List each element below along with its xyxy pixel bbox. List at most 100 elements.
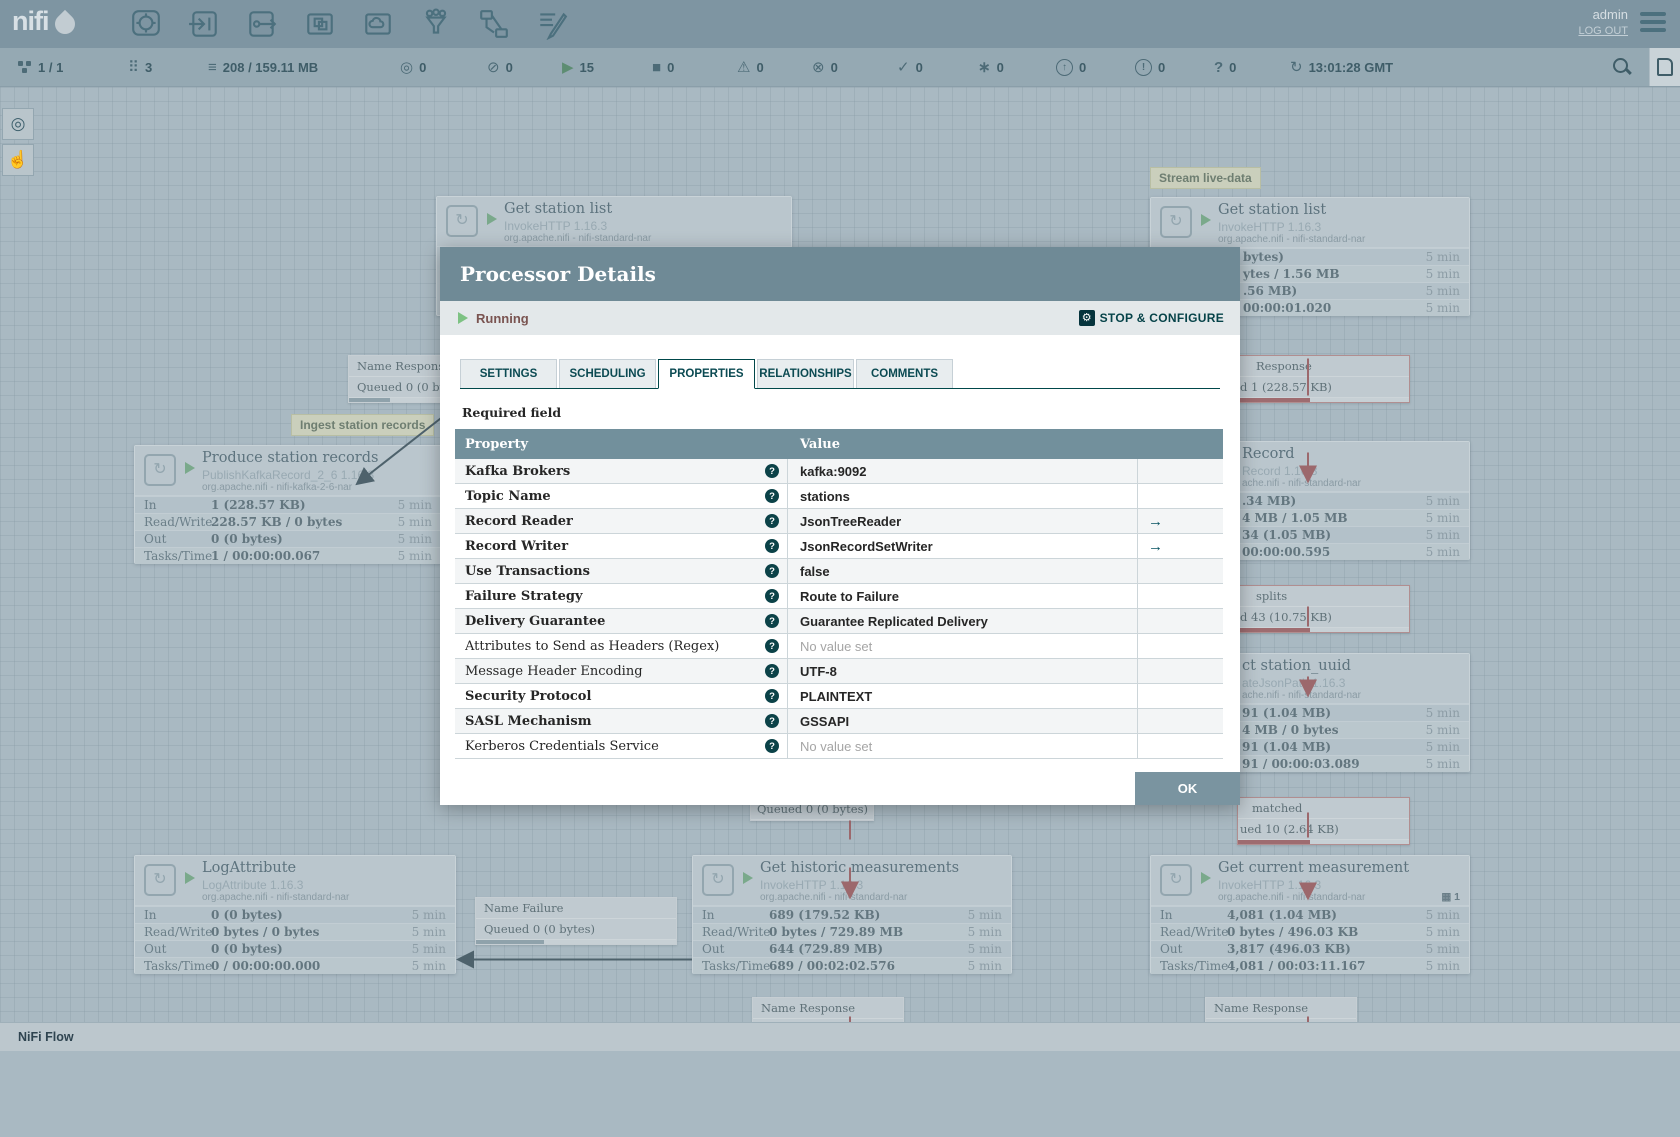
table-row: Delivery Guarantee? Guarantee Replicated…: [455, 609, 1223, 634]
go-to-service-icon[interactable]: →: [1138, 513, 1163, 530]
processor-type: InvokeHTTP 1.16.3: [1218, 878, 1322, 892]
stale-icon: ↑: [1056, 58, 1073, 76]
processor-name: Get current measurement: [1218, 860, 1410, 876]
processor-name: ct station_uuid: [1242, 658, 1351, 674]
property-value: Guarantee Replicated Delivery: [800, 613, 988, 629]
stat-row: 4 MB / 0 bytes 5 min: [1238, 721, 1469, 738]
tab-comments[interactable]: COMMENTS: [856, 359, 953, 388]
funnel-toolbar-icon[interactable]: [420, 8, 452, 40]
label-toolbar-icon[interactable]: [536, 8, 568, 41]
running-indicator-icon: [1201, 214, 1211, 226]
running-indicator-icon: [185, 462, 195, 474]
property-value: Route to Failure: [800, 588, 899, 604]
processor-icon: ↻: [144, 454, 176, 486]
birdseye-button[interactable]: ◎: [2, 108, 34, 140]
connection-response-right[interactable]: Response d 1 (228.57 KB): [1237, 355, 1410, 403]
threads-icon: ⠿: [128, 58, 139, 76]
process-group-toolbar-icon[interactable]: [304, 8, 336, 40]
go-to-service-icon[interactable]: →: [1138, 538, 1163, 555]
processor-station-uuid-partial[interactable]: ct station_uuid ateJsonPath 1.16.3 ache.…: [1237, 653, 1470, 772]
processor-get-historic-measurements[interactable]: ↻ Get historic measurements InvokeHTTP 1…: [692, 855, 1012, 974]
running-indicator-icon: [487, 213, 497, 225]
help-icon[interactable]: ?: [765, 714, 779, 728]
stat-row: Out 0 (0 bytes) 5 min: [135, 530, 441, 547]
connection-failure[interactable]: Name Failure Queued 0 (0 bytes): [475, 897, 677, 945]
processor-produce-station-records[interactable]: ↻ Produce station records PublishKafkaRe…: [134, 445, 442, 564]
stopped-icon: ■: [652, 58, 662, 76]
global-menu-icon[interactable]: [1640, 12, 1666, 36]
input-port-toolbar-icon[interactable]: [188, 8, 220, 40]
label-ingest-station-records[interactable]: Ingest station records: [291, 414, 435, 436]
connection-splits[interactable]: splits d 43 (10.75 KB): [1237, 585, 1410, 633]
breadcrumb[interactable]: NiFi Flow: [18, 1030, 74, 1044]
tab-settings[interactable]: SETTINGS: [460, 359, 557, 388]
help-icon[interactable]: ?: [765, 514, 779, 528]
processor-type: InvokeHTTP 1.16.3: [504, 219, 608, 233]
help-icon[interactable]: ?: [765, 489, 779, 503]
help-icon[interactable]: ?: [765, 639, 779, 653]
summary-button[interactable]: [1649, 48, 1680, 86]
connection-matched[interactable]: matched ued 10 (2.64 KB): [1237, 797, 1410, 845]
stat-row: 00:00:00.595 5 min: [1238, 543, 1469, 560]
label-stream-live-data[interactable]: Stream live-data: [1150, 167, 1261, 189]
tab-properties[interactable]: PROPERTIES: [658, 359, 755, 389]
processor-bundle: org.apache.nifi - nifi-standard-nar: [1218, 234, 1366, 245]
help-icon[interactable]: ?: [765, 614, 779, 628]
remote-process-group-toolbar-icon[interactable]: [362, 8, 394, 40]
help-icon[interactable]: ?: [765, 664, 779, 678]
properties-table: Property Value Kafka Brokers? kafka:9092…: [455, 429, 1223, 759]
template-toolbar-icon[interactable]: [478, 8, 510, 40]
last-refresh[interactable]: ↻ 13:01:28 GMT: [1290, 48, 1393, 86]
help-icon[interactable]: ?: [765, 564, 779, 578]
table-row: Security Protocol? PLAINTEXT: [455, 684, 1223, 709]
processor-icon: ↻: [144, 864, 176, 896]
processor-get-current-measurement[interactable]: ↻ Get current measurement InvokeHTTP 1.1…: [1150, 855, 1470, 974]
connection-name: Name Response: [1206, 998, 1356, 1019]
required-field-note: Required field: [462, 405, 562, 420]
connection-name: Name Response: [753, 998, 903, 1019]
cluster-icon: [18, 60, 32, 74]
status-bar: 1 / 1 ⠿ 3 ≡ 208 / 159.11 MB ◎ 0 ⊘ 0 ▶ 15 ■ 0 ⚠…: [0, 48, 1680, 87]
help-icon[interactable]: ?: [765, 464, 779, 478]
stop-and-configure-button[interactable]: ⚙ STOP & CONFIGURE: [1078, 310, 1224, 326]
processor-icon: ↻: [702, 864, 734, 896]
locally-modified-stale-icon: !: [1135, 58, 1152, 76]
processor-type: LogAttribute 1.16.3: [202, 878, 304, 892]
search-icon[interactable]: [1612, 57, 1632, 77]
gear-icon: ⚙: [1078, 310, 1095, 326]
processor-type: Record 1.16.3: [1242, 464, 1318, 478]
refresh-icon[interactable]: ↻: [1290, 60, 1303, 75]
run-state-text: Running: [476, 310, 529, 326]
processor-bundle: org.apache.nifi - nifi-standard-nar: [1218, 892, 1366, 903]
help-icon[interactable]: ?: [765, 739, 779, 753]
tab-relationships[interactable]: RELATIONSHIPS: [757, 359, 854, 388]
processor-type: InvokeHTTP 1.16.3: [760, 878, 864, 892]
property-value: No value set: [800, 738, 873, 754]
stat-row: Read/Write 0 bytes / 729.89 MB 5 min: [693, 923, 1011, 940]
processor-log-attribute[interactable]: ↻ LogAttribute LogAttribute 1.16.3 org.a…: [134, 855, 456, 974]
help-icon[interactable]: ?: [765, 689, 779, 703]
processor-name: Get historic measurements: [760, 860, 960, 876]
table-row: Kafka Brokers? kafka:9092: [455, 459, 1223, 484]
logout-link[interactable]: LOG OUT: [1578, 25, 1628, 37]
output-port-toolbar-icon[interactable]: [246, 8, 278, 40]
processor-record-partial[interactable]: Record Record 1.16.3 ache.nifi - nifi-st…: [1237, 441, 1470, 560]
nifi-drop-icon: [50, 9, 79, 38]
cluster-node-badge: ▦ 1: [1441, 891, 1460, 903]
processor-name: LogAttribute: [202, 860, 297, 876]
connection-name: matched: [1238, 798, 1409, 819]
tab-scheduling[interactable]: SCHEDULING: [559, 359, 656, 388]
ok-button[interactable]: OK: [1135, 772, 1240, 805]
pan-hand-button[interactable]: ☝: [2, 144, 34, 176]
connection-name: Name Failure: [476, 898, 676, 919]
processor-toolbar-icon[interactable]: [130, 8, 162, 40]
stat-row: Out 3,817 (496.03 KB) 5 min: [1151, 940, 1469, 957]
connection-queued: d 43 (10.75 KB): [1238, 607, 1409, 628]
processor-bundle: org.apache.nifi - nifi-standard-nar: [760, 892, 908, 903]
help-icon[interactable]: ?: [765, 539, 779, 553]
processor-name: Get station list: [1218, 202, 1327, 218]
page-icon: [1657, 58, 1673, 76]
dialog-tabs: SETTINGS SCHEDULING PROPERTIES RELATIONS…: [460, 359, 1220, 389]
stat-row: In 689 (179.52 KB) 5 min: [693, 906, 1011, 923]
help-icon[interactable]: ?: [765, 589, 779, 603]
